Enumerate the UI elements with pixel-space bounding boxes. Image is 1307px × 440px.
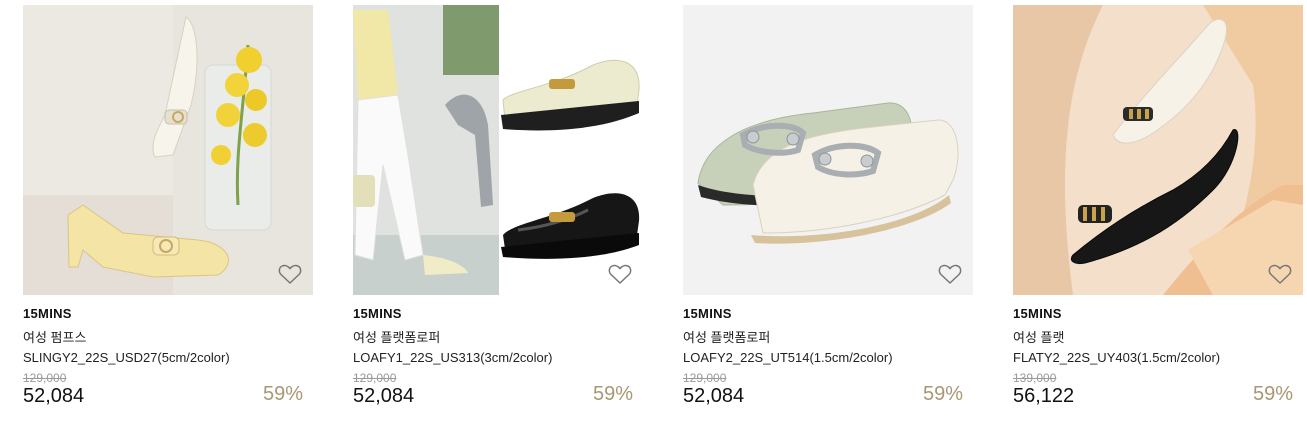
product-card[interactable]: 15MINS 여성 플랫폼로퍼 LOAFY1_22S_US313(3cm/2co… <box>353 5 643 411</box>
heart-outline-icon[interactable] <box>278 263 302 285</box>
discount-rate: 59% <box>1252 383 1293 405</box>
sale-price: 52,084 <box>23 385 85 407</box>
product-model[interactable]: LOAFY2_22S_UT514(1.5cm/2color) <box>683 350 973 365</box>
price-block: 129,000 52,084 59% <box>683 371 973 411</box>
price-block: 129,000 52,084 59% <box>23 371 313 411</box>
product-image[interactable] <box>353 5 643 295</box>
product-name[interactable]: 여성 플랫폼로퍼 <box>353 327 643 346</box>
product-image[interactable] <box>23 5 313 295</box>
sale-price: 52,084 <box>353 385 415 407</box>
product-name[interactable]: 여성 플랫폼로퍼 <box>683 327 973 346</box>
heart-outline-icon[interactable] <box>1268 263 1292 285</box>
product-name[interactable]: 여성 플랫 <box>1013 327 1303 346</box>
product-grid: 15MINS 여성 펌프스 SLINGY2_22S_USD27(5cm/2col… <box>23 5 1303 411</box>
brand-name[interactable]: 15MINS <box>353 306 643 321</box>
product-image[interactable] <box>1013 5 1303 295</box>
brand-name[interactable]: 15MINS <box>1013 306 1303 321</box>
brand-name[interactable]: 15MINS <box>683 306 973 321</box>
heart-outline-icon[interactable] <box>608 263 632 285</box>
product-name[interactable]: 여성 펌프스 <box>23 327 313 346</box>
original-price: 129,000 <box>683 371 727 385</box>
price-block: 129,000 52,084 59% <box>353 371 643 411</box>
heart-outline-icon[interactable] <box>938 263 962 285</box>
discount-rate: 59% <box>592 383 633 405</box>
price-block: 139,000 56,122 59% <box>1013 371 1303 411</box>
discount-rate: 59% <box>262 383 303 405</box>
product-image[interactable] <box>683 5 973 295</box>
product-model[interactable]: FLATY2_22S_UY403(1.5cm/2color) <box>1013 350 1303 365</box>
original-price: 139,000 <box>1013 371 1057 385</box>
discount-rate: 59% <box>922 383 963 405</box>
sale-price: 52,084 <box>683 385 745 407</box>
product-model[interactable]: LOAFY1_22S_US313(3cm/2color) <box>353 350 643 365</box>
platform-loafers-photo <box>353 5 643 295</box>
pointed-flats-photo <box>1013 5 1303 295</box>
product-card[interactable]: 15MINS 여성 플랫폼로퍼 LOAFY2_22S_UT514(1.5cm/2… <box>683 5 973 411</box>
sage-and-cream-loafers-photo <box>683 5 973 295</box>
product-model[interactable]: SLINGY2_22S_USD27(5cm/2color) <box>23 350 313 365</box>
original-price: 129,000 <box>353 371 397 385</box>
product-card[interactable]: 15MINS 여성 펌프스 SLINGY2_22S_USD27(5cm/2col… <box>23 5 313 411</box>
product-card[interactable]: 15MINS 여성 플랫 FLATY2_22S_UY403(1.5cm/2col… <box>1013 5 1303 411</box>
brand-name[interactable]: 15MINS <box>23 306 313 321</box>
original-price: 129,000 <box>23 371 67 385</box>
sale-price: 56,122 <box>1013 385 1075 407</box>
yellow-pumps-with-orchid-photo <box>23 5 313 295</box>
